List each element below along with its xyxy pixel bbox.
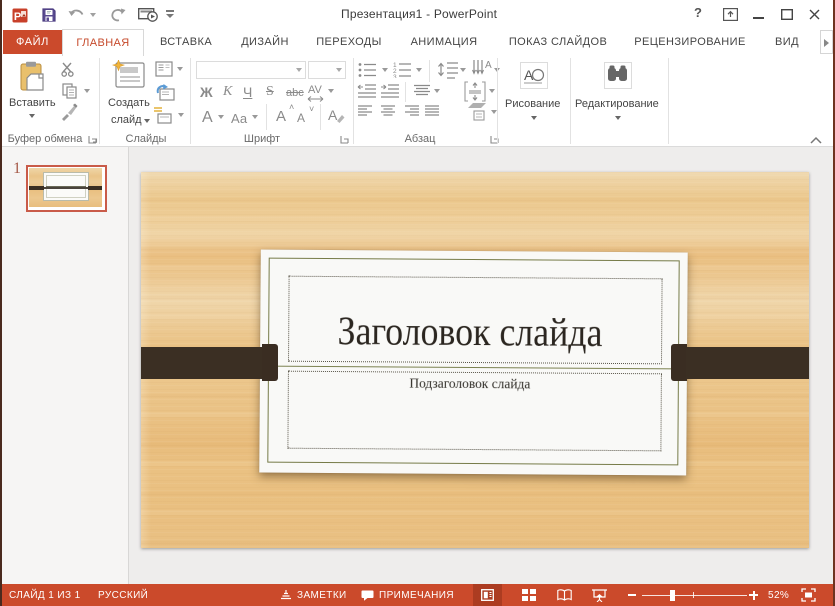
svg-text:P: P: [14, 11, 21, 23]
svg-text:А: А: [328, 107, 338, 123]
svg-text:3: 3: [393, 74, 397, 78]
svg-text:A: A: [485, 60, 492, 71]
